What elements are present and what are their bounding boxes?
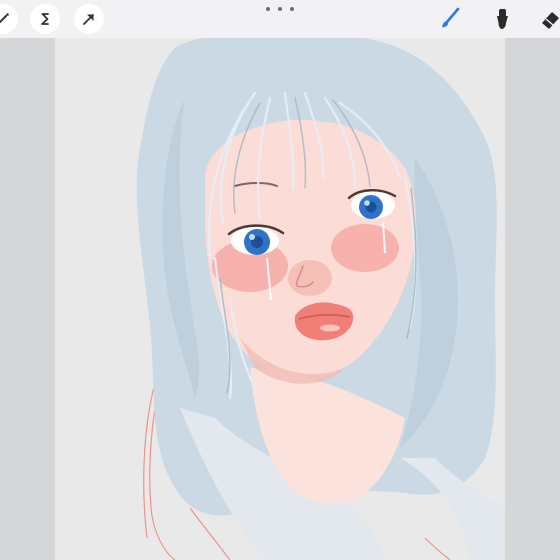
adjustments-button[interactable] — [0, 4, 18, 34]
left-sidebar — [0, 38, 55, 560]
magic-wand-icon — [0, 13, 9, 24]
grabber-dot — [290, 7, 294, 11]
grabber-dot — [278, 7, 282, 11]
artwork — [136, 38, 505, 560]
top-toolbar — [0, 0, 560, 38]
grabber-dot — [266, 7, 270, 11]
more-dots-icon[interactable] — [266, 4, 294, 14]
drawing-canvas[interactable] — [55, 38, 505, 560]
brush-icon — [442, 7, 460, 28]
smudge-button[interactable] — [486, 4, 518, 34]
smudge-icon — [497, 9, 508, 29]
eraser-button[interactable] — [534, 4, 560, 34]
selection-button[interactable] — [30, 4, 60, 34]
eraser-icon — [542, 12, 559, 29]
selection-s-icon — [41, 13, 49, 25]
arrow-cursor-icon — [83, 14, 94, 25]
brush-button[interactable] — [434, 4, 466, 34]
right-sidebar — [505, 38, 560, 560]
transform-button[interactable] — [74, 4, 104, 34]
